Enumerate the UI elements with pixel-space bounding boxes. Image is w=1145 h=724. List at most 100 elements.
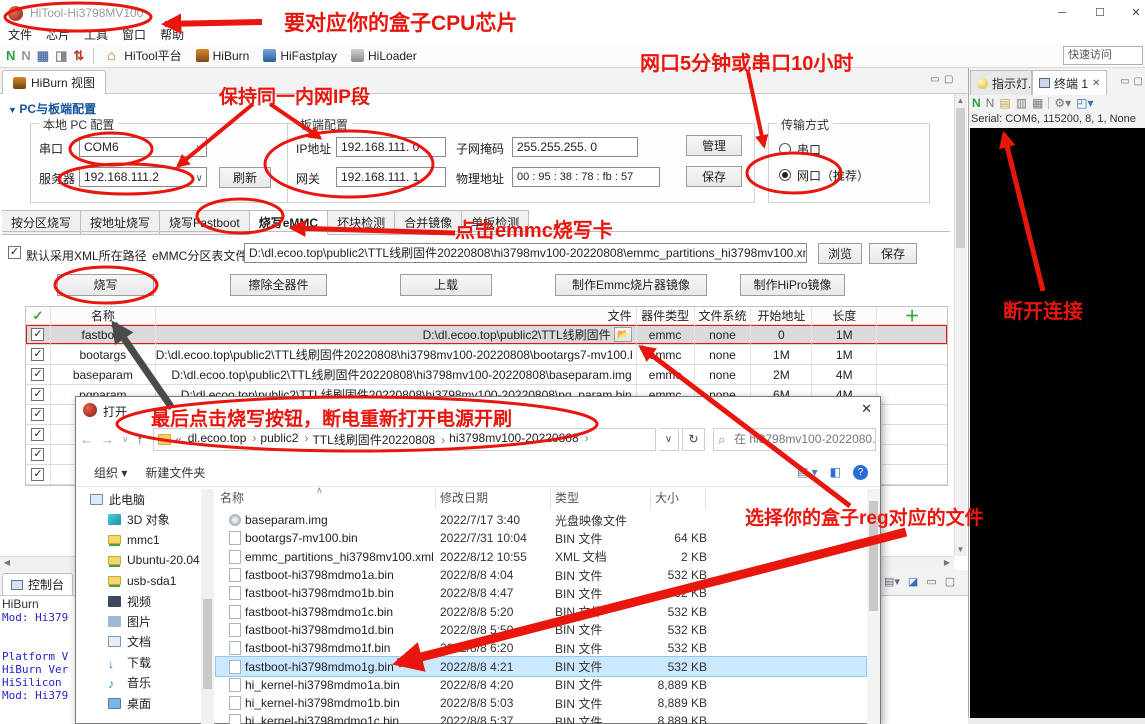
tab-hiburn-view[interactable]: HiBurn 视图 bbox=[2, 70, 106, 94]
file-browse-icon[interactable] bbox=[614, 327, 632, 342]
section-pc-board-config[interactable]: PC与板端配置 bbox=[8, 100, 96, 117]
tab-console[interactable]: 控制台 bbox=[2, 573, 73, 595]
file-row[interactable]: hi_kernel-hi3798mdmo1c.bin 2022/8/8 5:37… bbox=[216, 712, 866, 724]
subnet-mask-field[interactable]: 255.255.255. 0 bbox=[512, 137, 638, 157]
menu-item[interactable]: 帮助 bbox=[160, 26, 184, 44]
scroll-down-icon[interactable]: ▼ bbox=[954, 544, 967, 556]
column-size[interactable]: 大小 bbox=[651, 489, 706, 509]
breadcrumb[interactable]: « dl.ecoo.toppublic2TTL线刷固件20220808hi379… bbox=[153, 428, 656, 451]
partition-row[interactable]: fastboot D:\dl.ecoo.top\public2\TTL线刷固件 … bbox=[26, 325, 947, 345]
breadcrumb-item[interactable]: hi3798mv100-20220808 bbox=[447, 431, 590, 448]
make-hipro-image-button[interactable]: 制作HiPro镜像 bbox=[740, 274, 845, 296]
pane-minimize-icon[interactable]: ▭ bbox=[930, 74, 939, 85]
breadcrumb-item[interactable]: TTL线刷固件20220808 bbox=[310, 431, 447, 448]
row-checkbox[interactable] bbox=[31, 368, 44, 381]
settings-icon[interactable]: ▦ bbox=[37, 48, 49, 64]
file-list-scroll-thumb[interactable] bbox=[869, 501, 878, 611]
panel-maximize-icon[interactable]: ▢ bbox=[1132, 70, 1145, 95]
sidebar-item[interactable]: 3D 对象 bbox=[76, 509, 201, 529]
file-row[interactable]: fastboot-hi3798mdmo1b.bin 2022/8/8 4:47 … bbox=[216, 584, 866, 602]
file-row[interactable]: fastboot-hi3798mdmo1f.bin 2022/8/8 6:20 … bbox=[216, 639, 866, 657]
terminal-lock-icon[interactable]: ▦ bbox=[1032, 96, 1043, 110]
erase-all-button[interactable]: 擦除全器件 bbox=[230, 274, 327, 296]
partition-row[interactable]: bootargs D:\dl.ecoo.top\public2\TTL线刷固件2… bbox=[26, 345, 947, 365]
maximize-icon[interactable]: ☐ bbox=[1083, 0, 1117, 26]
file-row[interactable]: hi_kernel-hi3798mdmo1b.bin 2022/8/8 5:03… bbox=[216, 694, 866, 712]
xml-path-checkbox[interactable] bbox=[8, 246, 21, 259]
help-icon[interactable]: ? bbox=[853, 465, 868, 480]
menu-item[interactable]: 芯片 bbox=[46, 26, 70, 44]
file-row[interactable]: bootargs7-mv100.bin 2022/7/31 10:04 BIN … bbox=[216, 529, 866, 547]
sidebar-item[interactable]: usb-sda1 bbox=[76, 571, 201, 591]
history-dropdown-icon[interactable]: ∨ bbox=[122, 434, 129, 445]
terminal-screen[interactable] bbox=[970, 128, 1145, 718]
sidebar-item[interactable]: 图片 bbox=[76, 611, 201, 631]
column-type[interactable]: 类型 bbox=[551, 489, 651, 509]
make-emmc-image-button[interactable]: 制作Emmc烧片器镜像 bbox=[555, 274, 707, 296]
add-row-icon[interactable]: ＋ bbox=[877, 307, 947, 324]
file-row[interactable]: emmc_partitions_hi3798mv100.xml 2022/8/1… bbox=[216, 548, 866, 566]
hifastplay-button[interactable]: HiFastplay bbox=[259, 48, 341, 64]
console-minimize-icon[interactable]: ▭ bbox=[926, 575, 936, 588]
sidebar-item[interactable]: 视频 bbox=[76, 591, 201, 611]
updown-transfer-icon[interactable]: ⇅ bbox=[73, 48, 84, 64]
xml-path-field[interactable]: D:\dl.ecoo.top\public2\TTL线刷固件20220808\h… bbox=[244, 243, 807, 263]
partition-row[interactable]: baseparam D:\dl.ecoo.top\public2\TTL线刷固件… bbox=[26, 365, 947, 385]
row-checkbox[interactable] bbox=[31, 388, 44, 401]
column-date[interactable]: 修改日期 bbox=[436, 489, 551, 509]
file-row[interactable]: fastboot-hi3798mdmo1g.bin 2022/8/8 4:21 … bbox=[216, 657, 866, 675]
back-icon[interactable]: ← bbox=[80, 432, 93, 447]
terminal-settings-icon[interactable]: ⚙▾ bbox=[1054, 96, 1071, 110]
breadcrumb-item[interactable]: public2 bbox=[258, 431, 310, 448]
file-list-scrollbar[interactable] bbox=[867, 489, 880, 724]
burn-button[interactable]: 烧写 bbox=[57, 274, 154, 296]
column-name[interactable]: 名称 bbox=[216, 489, 436, 509]
row-checkbox[interactable] bbox=[31, 408, 44, 421]
sidebar-scroll-thumb[interactable] bbox=[203, 599, 212, 689]
view-mode-icon[interactable]: ▤ ▾ bbox=[797, 465, 818, 480]
serial-port-select[interactable]: COM6 bbox=[79, 137, 207, 157]
organize-button[interactable]: 组织 ▾ bbox=[94, 464, 127, 481]
manage-button[interactable]: 管理 bbox=[686, 135, 742, 156]
hiloader-button[interactable]: HiLoader bbox=[347, 48, 421, 64]
transfer-radio-option[interactable]: 串口 bbox=[779, 136, 869, 162]
search-input[interactable]: 在 hi3798mv100-2022080... bbox=[713, 428, 876, 451]
scroll-right-icon[interactable]: ▶ bbox=[941, 557, 953, 569]
sidebar-item[interactable]: 桌面 bbox=[76, 693, 201, 713]
hiburn-button[interactable]: HiBurn bbox=[192, 48, 254, 64]
file-row[interactable]: fastboot-hi3798mdmo1c.bin 2022/8/8 5:20 … bbox=[216, 602, 866, 620]
hitool-platform-button[interactable]: HiTool平台 bbox=[103, 46, 185, 65]
menu-item[interactable]: 文件 bbox=[8, 26, 32, 44]
console-maximize-icon[interactable]: ▢ bbox=[945, 575, 955, 588]
terminal-new-icon[interactable]: ◰▾ bbox=[1076, 96, 1093, 110]
terminal-log-icon[interactable]: ▤ bbox=[999, 96, 1010, 110]
refresh-icon[interactable]: ↻ bbox=[682, 428, 705, 451]
terminal-connect-icon[interactable]: N bbox=[972, 96, 981, 110]
breadcrumb-dropdown-icon[interactable]: ∨ bbox=[659, 428, 679, 451]
preview-pane-icon[interactable]: ◧ bbox=[830, 465, 841, 480]
sidebar-item[interactable]: 音乐 bbox=[76, 673, 201, 693]
scroll-left-icon[interactable]: ◀ bbox=[1, 557, 13, 569]
tab-close-icon[interactable]: ✕ bbox=[1092, 78, 1100, 89]
sidebar-item[interactable]: Ubuntu-20.04 ( bbox=[76, 550, 201, 570]
file-row[interactable]: hi_kernel-hi3798mdmo1a.bin 2022/8/8 4:20… bbox=[216, 676, 866, 694]
row-checkbox[interactable] bbox=[31, 468, 44, 481]
vertical-scroll-thumb[interactable] bbox=[956, 108, 965, 248]
tab-terminal-1[interactable]: 终端 1 ✕ bbox=[1032, 70, 1107, 95]
row-checkbox[interactable] bbox=[31, 348, 44, 361]
transfer-radio-option[interactable]: 网口（推荐） bbox=[779, 162, 869, 188]
scroll-up-icon[interactable]: ▲ bbox=[954, 95, 967, 107]
file-row[interactable]: fastboot-hi3798mdmo1d.bin 2022/8/8 5:50 … bbox=[216, 621, 866, 639]
disconnect-icon[interactable]: N bbox=[21, 48, 30, 63]
server-ip-select[interactable]: 192.168.111.2 bbox=[79, 167, 207, 187]
dialog-close-icon[interactable]: ✕ bbox=[861, 401, 872, 417]
mac-field[interactable]: 00 : 95 : 38 : 78 : fb : 57 bbox=[512, 167, 660, 187]
sidebar-item[interactable]: mmc1 bbox=[76, 530, 201, 550]
upload-button[interactable]: 上载 bbox=[400, 274, 492, 296]
terminal-columns-icon[interactable]: ▥ bbox=[1016, 96, 1027, 110]
new-folder-button[interactable]: 新建文件夹 bbox=[145, 464, 205, 481]
sidebar-item[interactable]: 下载 bbox=[76, 652, 201, 672]
file-row[interactable]: fastboot-hi3798mdmo1a.bin 2022/8/8 4:04 … bbox=[216, 566, 866, 584]
sidebar-item[interactable]: 文档 bbox=[76, 632, 201, 652]
connect-icon[interactable]: N bbox=[6, 48, 15, 63]
